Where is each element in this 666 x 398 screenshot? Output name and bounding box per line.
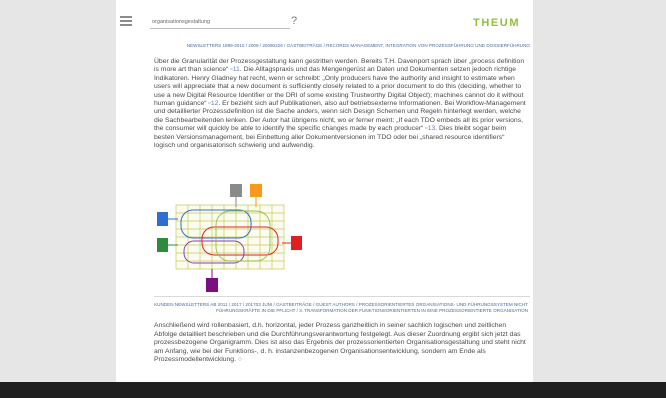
text-segment: Anschließend wird rollenbasiert, d.h. ho… [154,322,526,364]
menu-icon[interactable] [120,16,132,26]
green-role-box [157,238,168,252]
top-bar: ? THEUM [116,0,533,36]
blue-role-box [157,212,168,226]
process-matrix-diagram [157,184,302,292]
left-margin [0,0,116,382]
footnote-link[interactable]: 11 [233,66,240,73]
article-text: Über die Granularität der Prozessgestalt… [154,58,526,150]
article-text: Anschließend wird rollenbasiert, d.h. ho… [154,322,526,365]
matrix-grid [175,204,285,270]
red-role-box [291,236,302,250]
help-icon[interactable]: ? [291,15,297,27]
search-input[interactable] [150,16,290,29]
bottom-bar [0,382,666,398]
article-page: ? THEUM NEWSLETTERS 1999-2010 / 2009 / 2… [116,0,533,382]
comment-icon[interactable]: ○ [238,356,242,363]
article-breadcrumb[interactable]: KUNDEN NEWSLETTERS AB 2011 / 2017 / 2017… [152,302,528,313]
logo[interactable]: THEUM [473,17,520,29]
orange-role-box [250,184,262,197]
right-margin [533,0,666,382]
divider [154,296,530,297]
purple-role-box [206,278,218,292]
article-breadcrumb[interactable]: NEWSLETTERS 1999-2010 / 2009 / 20090226 … [152,43,530,49]
gray-role-box [230,184,242,197]
